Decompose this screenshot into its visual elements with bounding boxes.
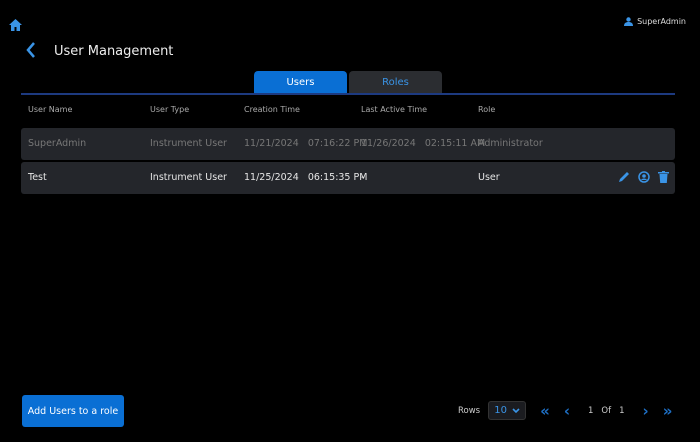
cell-last-active: 11/26/2024 02:15:11 AM xyxy=(361,138,486,149)
of-label: Of xyxy=(601,405,612,416)
cell-name: Test xyxy=(28,172,47,183)
total-pages: 1 xyxy=(619,405,625,416)
column-header-creation-time: Creation Time xyxy=(244,105,300,114)
current-page: 1 xyxy=(588,405,594,416)
tab-divider xyxy=(21,93,675,95)
column-header-role: Role xyxy=(478,105,496,114)
prev-page-button[interactable]: ‹ xyxy=(564,402,570,420)
back-icon[interactable] xyxy=(26,42,36,62)
last-page-button[interactable]: » xyxy=(663,402,673,420)
home-icon[interactable] xyxy=(9,16,22,35)
column-header-user-name: User Name xyxy=(28,105,73,114)
cell-created: 11/21/2024 07:16:22 PM xyxy=(244,138,368,149)
first-page-button[interactable]: « xyxy=(540,402,550,420)
cell-type: Instrument User xyxy=(150,172,227,183)
user-icon xyxy=(624,17,634,26)
add-users-to-role-button[interactable]: Add Users to a role xyxy=(22,395,124,427)
rows-per-page-select[interactable]: 10 xyxy=(488,401,527,420)
table-row[interactable]: SuperAdmin Instrument User 11/21/2024 07… xyxy=(21,128,675,160)
change-role-icon[interactable] xyxy=(638,171,650,183)
next-page-button[interactable]: › xyxy=(643,402,649,420)
rows-value: 10 xyxy=(494,405,507,416)
page-title: User Management xyxy=(54,44,174,59)
cell-name: SuperAdmin xyxy=(28,138,87,149)
column-header-last-active: Last Active Time xyxy=(361,105,428,114)
chevron-down-icon xyxy=(512,408,520,413)
rows-label: Rows xyxy=(458,405,481,416)
delete-icon[interactable] xyxy=(658,171,669,183)
cell-type: Instrument User xyxy=(150,138,227,149)
pagination: Rows 10 « ‹ 1 Of 1 › » xyxy=(458,401,672,420)
cell-role: Administrator xyxy=(478,138,543,149)
cell-created: 11/25/2024 06:15:35 PM xyxy=(244,172,368,183)
current-user[interactable]: SuperAdmin xyxy=(624,17,686,26)
tab-users[interactable]: Users xyxy=(254,71,347,94)
table-row[interactable]: Test Instrument User 11/25/2024 06:15:35… xyxy=(21,162,675,194)
cell-last-active: - xyxy=(361,172,365,183)
tab-roles[interactable]: Roles xyxy=(349,71,442,94)
cell-role: User xyxy=(478,172,500,183)
user-name: SuperAdmin xyxy=(637,17,686,26)
edit-icon[interactable] xyxy=(618,171,630,183)
column-header-user-type: User Type xyxy=(150,105,190,114)
